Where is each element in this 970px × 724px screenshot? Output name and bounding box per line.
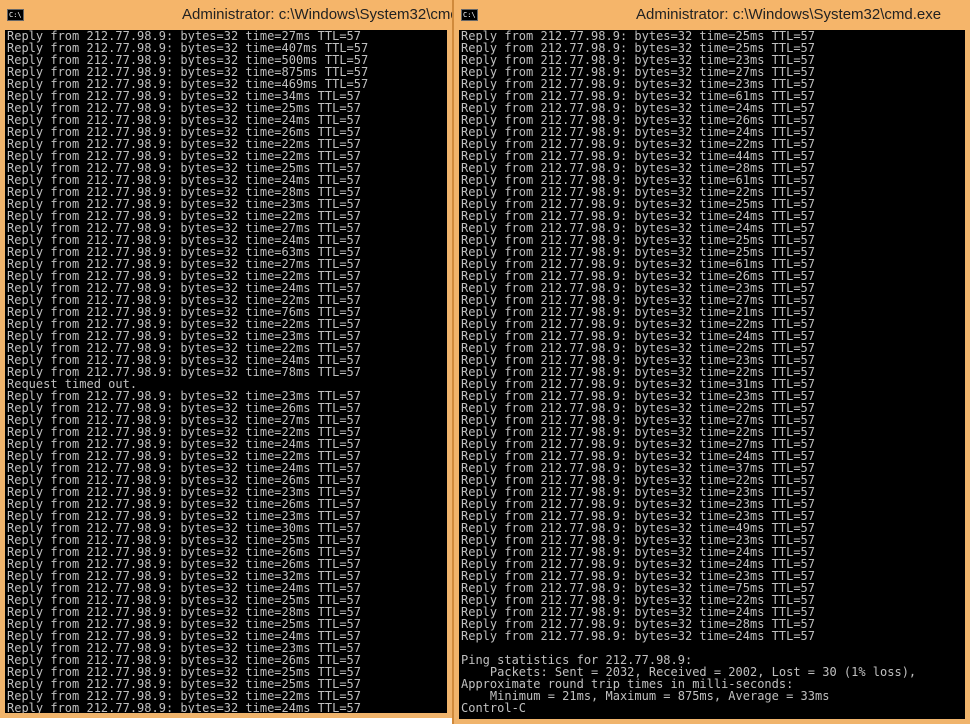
title-bar[interactable]: C:\. Administrator: c:\Windows\System32\… [454, 0, 970, 30]
window-title: Administrator: c:\Windows\System32\cmd.e… [636, 6, 942, 23]
title-bar[interactable]: C:\. Administrator: c:\Windows\System32\… [0, 0, 452, 30]
console-line: Control-C [461, 701, 527, 715]
console-output[interactable]: Reply from 212.77.98.9: bytes=32 time=25… [459, 30, 965, 719]
window-title: Administrator: c:\Windows\System32\cmd.e… [182, 6, 452, 23]
cmd-window-right[interactable]: C:\. Administrator: c:\Windows\System32\… [452, 0, 970, 724]
console-text: Reply from 212.77.98.9: bytes=32 time=25… [459, 30, 965, 714]
cmd-icon: C:\. [7, 9, 24, 21]
cmd-window-left[interactable]: C:\. Administrator: c:\Windows\System32\… [0, 0, 452, 718]
console-output[interactable]: Reply from 212.77.98.9: bytes=32 time=27… [5, 30, 447, 713]
console-line: Reply from 212.77.98.9: bytes=32 time=24… [461, 629, 816, 643]
cmd-icon: C:\. [461, 9, 478, 21]
console-text: Reply from 212.77.98.9: bytes=32 time=27… [5, 30, 447, 713]
console-line: Reply from 212.77.98.9: bytes=32 time=24… [7, 701, 362, 713]
